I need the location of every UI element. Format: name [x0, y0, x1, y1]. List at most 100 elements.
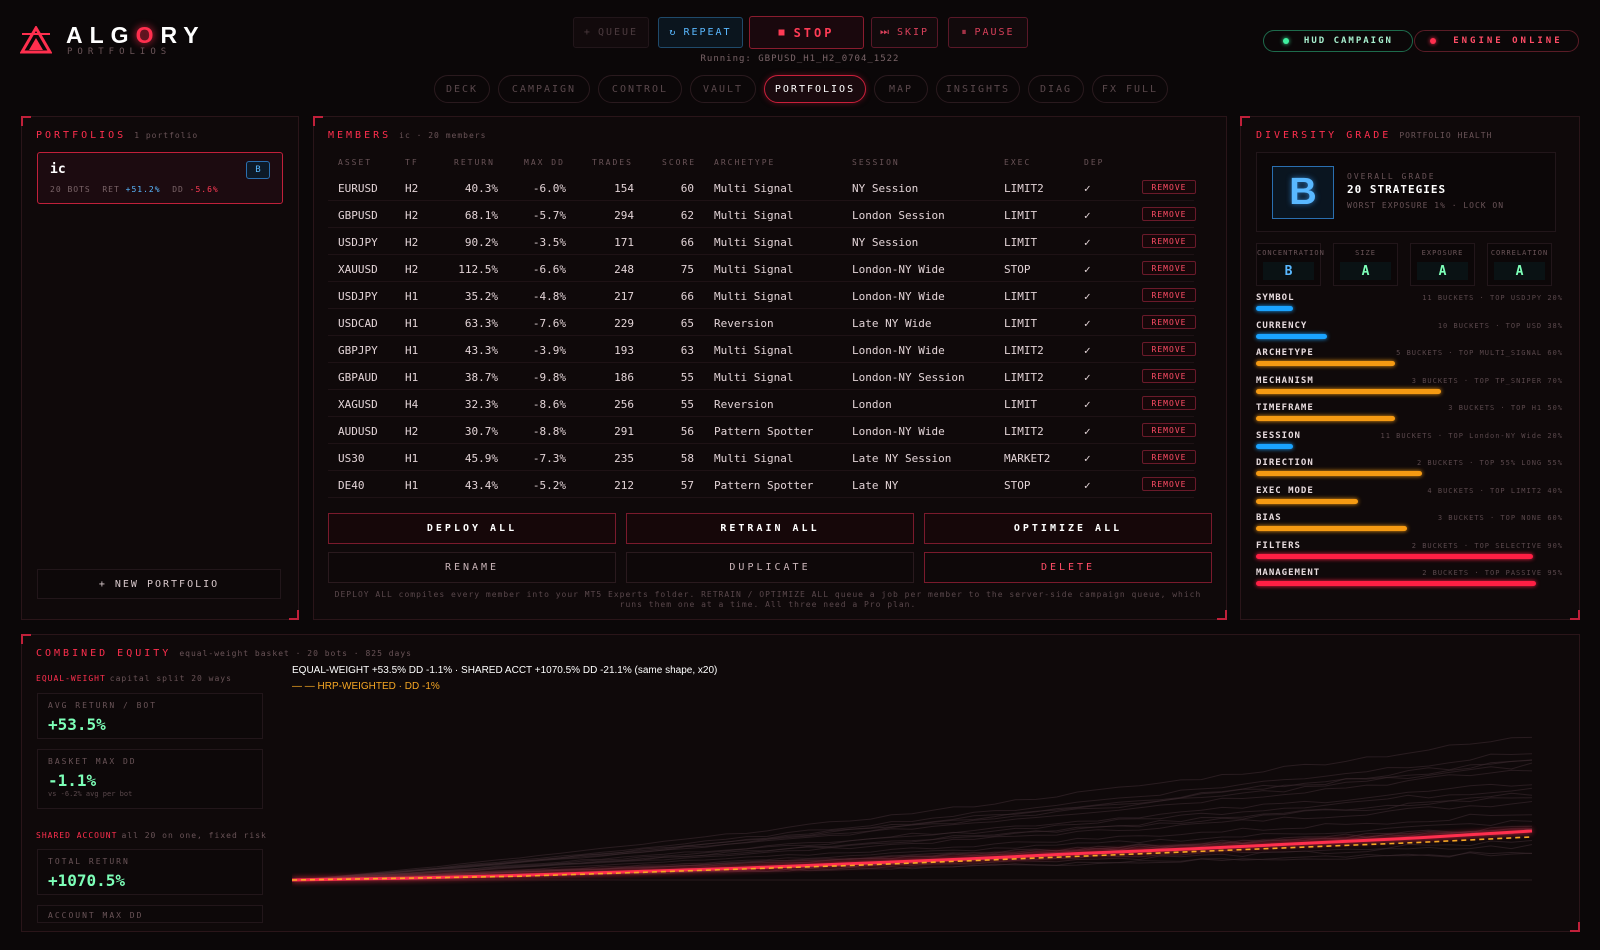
remove-button[interactable]: REMOVE [1142, 315, 1196, 329]
tab-insights[interactable]: INSIGHTS [936, 75, 1020, 103]
remove-button[interactable]: REMOVE [1142, 423, 1196, 437]
remove-button[interactable]: REMOVE [1142, 207, 1196, 221]
cell-archetype: Multi Signal [714, 182, 794, 195]
column-header-return: RETURN [454, 158, 495, 167]
cell-trades: 256 [614, 398, 634, 411]
retrain-all-button[interactable]: RETRAIN ALL [626, 513, 914, 544]
dimension-bar [1256, 361, 1395, 366]
cell-dep: ✓ [1084, 452, 1091, 465]
cell-dep: ✓ [1084, 290, 1091, 303]
remove-button[interactable]: REMOVE [1142, 288, 1196, 302]
column-header-max-dd: MAX DD [524, 158, 565, 167]
tab-vault[interactable]: VAULT [690, 75, 756, 103]
dimension-bar [1256, 388, 1441, 394]
table-row: US30 H1 45.9% -7.3% 235 58 Multi Signal Late NY… [328, 444, 1196, 471]
cell-dep: ✓ [1084, 317, 1091, 330]
cell-max-dd: -5.7% [532, 209, 566, 222]
portfolio-name: ic [50, 162, 66, 177]
cell-exec: LIMIT2 [1004, 371, 1044, 384]
chart-legend-hrp: — — HRP-WEIGHTED · DD -1% [292, 681, 440, 692]
table-row: DE40 H1 43.4% -5.2% 212 57 Pattern Spotter Late… [328, 471, 1196, 498]
dimension-label: CURRENCY [1256, 320, 1308, 331]
pause-button[interactable]: ⏸ PAUSE [948, 17, 1028, 48]
table-row: GBPUSD H2 68.1% -5.7% 294 62 Multi Signal Londo… [328, 201, 1196, 228]
cell-asset: GBPJPY [338, 344, 378, 357]
cell-tf: H4 [405, 398, 419, 411]
cell-exec: LIMIT [1004, 290, 1038, 303]
deploy-all-button[interactable]: DEPLOY ALL [328, 513, 616, 544]
remove-button[interactable]: REMOVE [1142, 180, 1196, 194]
dimension-label: FILTERS [1256, 540, 1301, 551]
cell-score: 60 [680, 182, 694, 195]
repeat-button[interactable]: ↻ REPEAT [658, 17, 743, 48]
remove-button[interactable]: REMOVE [1142, 234, 1196, 248]
cell-score: 55 [680, 398, 694, 411]
dimension-bar [1256, 498, 1358, 504]
cell-dep: ✓ [1084, 344, 1091, 357]
optimize-all-button[interactable]: OPTIMIZE ALL [924, 513, 1212, 544]
tab-map[interactable]: MAP [874, 75, 928, 103]
tab-control[interactable]: CONTROL [598, 75, 682, 103]
dimension-label: SYMBOL [1256, 293, 1295, 303]
cell-max-dd: -7.3% [532, 452, 566, 465]
new-portfolio-button[interactable]: + NEW PORTFOLIO [37, 569, 281, 599]
cell-max-dd: -8.6% [532, 398, 566, 411]
rename-button[interactable]: RENAME [328, 552, 616, 583]
cell-return: 43.4% [464, 479, 498, 492]
remove-button[interactable]: REMOVE [1142, 369, 1196, 383]
cell-exec: LIMIT2 [1004, 344, 1044, 357]
corner-accent [313, 116, 323, 126]
cell-asset: USDJPY [338, 236, 378, 249]
overall-grade: B [1272, 166, 1334, 219]
cell-archetype: Reversion [714, 317, 774, 330]
avg-return-card: AVG RETURN / BOT +53.5% [37, 693, 263, 739]
cell-tf: H1 [405, 290, 419, 303]
cell-tf: H1 [405, 479, 419, 492]
remove-button[interactable]: REMOVE [1142, 342, 1196, 356]
cell-score: 65 [680, 317, 694, 330]
tab-deck[interactable]: DECK [434, 75, 490, 103]
cell-score: 66 [680, 236, 694, 249]
shared-account-label: SHARED ACCOUNT all 20 on one, fixed risk [36, 831, 267, 840]
hud-campaign-toggle[interactable]: HUD CAMPAIGN [1263, 30, 1413, 52]
cell-return: 32.3% [464, 398, 498, 411]
total-return-value: +1070.5% [48, 871, 126, 890]
tab-diag[interactable]: DIAG [1028, 75, 1084, 103]
running-status: Running: GBPUSD_H1_H2_0704_1522 [700, 54, 900, 64]
corner-accent [21, 634, 31, 644]
subgrade-value: B [1263, 262, 1314, 280]
tab-fx-full[interactable]: FX FULL [1092, 75, 1168, 103]
remove-button[interactable]: REMOVE [1142, 261, 1196, 275]
column-header-session: SESSION [852, 158, 900, 167]
dimension-label: MECHANISM [1256, 375, 1314, 386]
app-title: ALGORY [66, 22, 206, 48]
cell-archetype: Multi Signal [714, 209, 794, 222]
portfolio-stats: 20 BOTS RET +51.2% DD -5.6% [50, 185, 219, 194]
remove-button[interactable]: REMOVE [1142, 396, 1196, 410]
cell-trades: 248 [614, 263, 634, 276]
overall-grade-label: OVERALL GRADE [1347, 172, 1436, 181]
delete-button[interactable]: DELETE [924, 552, 1212, 583]
column-header-tf: TF [405, 158, 419, 167]
table-row: EURUSD H2 40.3% -6.0% 154 60 Multi Signal NY Se… [328, 174, 1196, 201]
queue-button[interactable]: + QUEUE [573, 17, 649, 48]
cell-session: NY Session [852, 236, 919, 249]
portfolio-card[interactable]: ic B 20 BOTS RET +51.2% DD -5.6% [37, 152, 283, 204]
cell-return: 63.3% [464, 317, 498, 330]
cell-return: 90.2% [464, 236, 498, 249]
cell-return: 45.9% [464, 452, 498, 465]
dimension-bar [1256, 443, 1293, 449]
remove-button[interactable]: REMOVE [1142, 477, 1196, 491]
remove-button[interactable]: REMOVE [1142, 450, 1196, 464]
tab-campaign[interactable]: CAMPAIGN [498, 75, 590, 103]
duplicate-button[interactable]: DUPLICATE [626, 552, 914, 583]
cell-trades: 229 [614, 317, 634, 330]
tab-portfolios[interactable]: PORTFOLIOS [764, 75, 866, 103]
cell-trades: 193 [614, 344, 634, 357]
cell-trades: 171 [614, 236, 634, 249]
stop-button[interactable]: ■ STOP [749, 16, 864, 49]
pause-icon: ⏸ [961, 27, 969, 38]
cell-session: London-NY Wide [852, 344, 945, 357]
skip-button[interactable]: ⏭ SKIP [871, 17, 938, 48]
dimension-info: 11 BUCKETS · TOP London-NY Wide 20% [1380, 431, 1563, 440]
